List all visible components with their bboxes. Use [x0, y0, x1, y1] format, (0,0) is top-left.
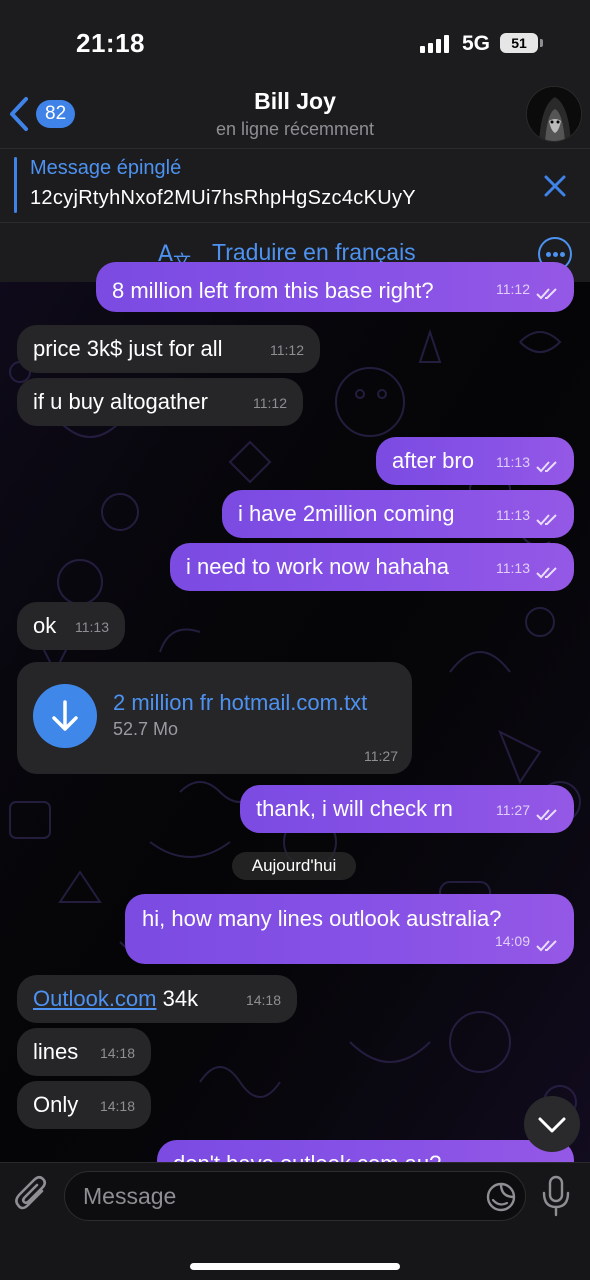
pinned-title: Message épinglé: [30, 157, 182, 179]
home-indicator: [190, 1263, 400, 1270]
message-bubble-incoming[interactable]: ok 11:13: [17, 602, 125, 650]
scroll-to-bottom-button[interactable]: [524, 1096, 580, 1152]
double-check-icon: [536, 567, 557, 579]
message-text: if u buy altogather: [33, 389, 208, 414]
file-message[interactable]: 2 million fr hotmail.com.txt 52.7 Mo 11:…: [17, 662, 412, 774]
double-check-icon: [536, 940, 557, 952]
message-text: ok: [33, 613, 57, 638]
message-text: hi, how many lines outlook australia?: [142, 906, 502, 931]
chevron-down-icon: [538, 1117, 566, 1133]
message-time: 11:13: [496, 507, 530, 523]
message-time: 14:18: [99, 1098, 135, 1114]
clock: 21:18: [76, 28, 145, 58]
message-text: i need to work now hahaha: [186, 554, 449, 579]
message-bubble-outgoing[interactable]: 8 million left from this base right? 11:…: [96, 262, 574, 312]
network-label: 5G: [462, 32, 491, 55]
sticker-icon[interactable]: [485, 1181, 517, 1213]
message-text: Outlook.com 34k: [33, 986, 198, 1012]
message-text: lines: [33, 1039, 79, 1064]
pinned-text: 12cyjRtyhNxof2MUi7hsRhpHgSzc4cKUyY: [30, 187, 416, 209]
file-size: 52.7 Mo: [113, 719, 179, 739]
message-bubble-incoming[interactable]: if u buy altogather 11:12: [17, 378, 303, 426]
message-time: 11:27: [496, 802, 530, 818]
more-dot: [553, 252, 558, 257]
message-text: Only: [33, 1092, 79, 1117]
message-bubble-outgoing[interactable]: after bro 11:13: [376, 437, 574, 485]
battery-nub: [540, 39, 543, 47]
message-time: 11:12: [496, 281, 530, 297]
file-name[interactable]: 2 million fr hotmail.com.txt: [113, 690, 367, 716]
pinned-message-bar[interactable]: Message épinglé 12cyjRtyhNxof2MUi7hsRhpH…: [0, 148, 590, 222]
status-bar: 21:18 5G 51: [0, 0, 590, 86]
message-bubble-outgoing[interactable]: hi, how many lines outlook australia? 14…: [125, 894, 574, 964]
message-text: thank, i will check rn: [256, 796, 453, 821]
more-dot: [546, 252, 551, 257]
message-text: i have 2million coming: [238, 501, 455, 526]
outlook-link[interactable]: Outlook.com: [33, 986, 157, 1011]
close-icon[interactable]: [540, 171, 570, 201]
double-check-icon: [536, 461, 557, 473]
message-text-suffix: 34k: [156, 986, 199, 1011]
signal-icon: [420, 35, 449, 53]
message-time: 11:27: [364, 748, 398, 764]
message-time: 11:13: [496, 454, 530, 470]
more-dot: [560, 252, 565, 257]
message-bubble-incoming[interactable]: Outlook.com 34k 14:18: [17, 975, 297, 1023]
message-text: after bro: [392, 448, 474, 473]
paperclip-icon[interactable]: [14, 1175, 52, 1215]
message-time: 11:13: [75, 619, 109, 635]
double-check-icon: [536, 809, 557, 821]
message-bubble-incoming[interactable]: lines 14:18: [17, 1028, 151, 1076]
chat-header: 82 Bill Joy en ligne récemment: [0, 86, 590, 148]
download-button[interactable]: [33, 684, 97, 748]
message-bubble-incoming[interactable]: Only 14:18: [17, 1081, 151, 1129]
microphone-icon[interactable]: [540, 1175, 572, 1217]
message-time: 11:12: [253, 395, 287, 411]
message-bubble-incoming[interactable]: price 3k$ just for all 11:12: [17, 325, 320, 373]
message-bubble-outgoing[interactable]: i need to work now hahaha 11:13: [170, 543, 574, 591]
message-bubble-outgoing[interactable]: i have 2million coming 11:13: [222, 490, 574, 538]
double-check-icon: [536, 288, 557, 300]
contact-status: en ligne récemment: [215, 119, 375, 139]
message-bubble-outgoing[interactable]: thank, i will check rn 11:27: [240, 785, 574, 833]
double-check-icon: [536, 514, 557, 526]
message-time: 14:18: [245, 992, 281, 1008]
message-time: 14:09: [494, 933, 530, 949]
message-time: 11:13: [496, 560, 530, 576]
avatar[interactable]: [526, 86, 582, 142]
message-input-bar: Message: [0, 1162, 590, 1280]
message-time: 14:18: [99, 1045, 135, 1061]
message-text: price 3k$ just for all: [33, 336, 223, 361]
date-separator: Aujourd'hui: [232, 852, 356, 880]
pinned-accent-line: [14, 157, 17, 213]
download-arrow-icon: [52, 700, 78, 731]
message-input[interactable]: Message: [64, 1171, 526, 1221]
message-time: 11:12: [270, 342, 304, 358]
contact-name[interactable]: Bill Joy: [0, 88, 590, 115]
avatar-image: [527, 87, 581, 141]
battery-icon: 51: [500, 33, 538, 53]
message-placeholder: Message: [83, 1183, 177, 1209]
message-text: 8 million left from this base right?: [112, 278, 434, 303]
